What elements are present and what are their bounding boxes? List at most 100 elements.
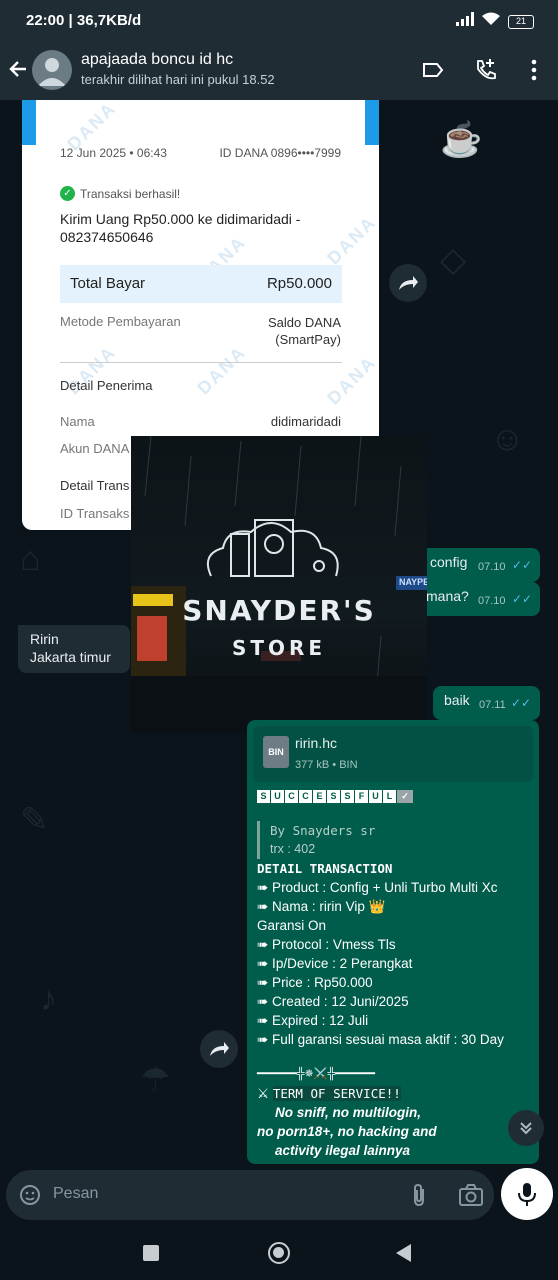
avatar[interactable] [32,50,72,90]
receipt-divider [60,362,342,363]
success-letter-box: E [313,790,326,803]
message-input[interactable]: Pesan [6,1170,494,1220]
file-meta: 377 kB • BIN [295,759,358,771]
price-line: ➠ Price : Rp50.000 [257,975,373,990]
signal-icon [456,12,474,31]
success-letter-box: S [327,790,340,803]
message-time: 07.11 [479,699,506,711]
message-placeholder: Pesan [53,1185,99,1202]
wallpaper-doodle: ☂ [140,1061,171,1099]
tos-line: ⚔ TERM OF SERVICE!! [257,1086,401,1101]
wallpaper-doodle: ✎ [20,801,49,839]
wallpaper-doodle: ☕ [440,121,483,159]
forward-icon[interactable] [389,264,427,302]
name-label: Nama [60,414,95,429]
wallpaper-doodle: ⌂ [20,540,41,578]
message-text: baik [444,692,470,708]
success-banner: S U C C E S S F U L ✓ [257,790,533,803]
device-line: ➠ Ip/Device : 2 Perangkat [257,956,413,971]
success-letter-box: C [299,790,312,803]
expired-line: ➠ Expired : 12 Juli [257,1013,369,1028]
message-text: config [430,554,468,570]
label-icon[interactable] [419,56,447,84]
wallpaper-doodle: ◇ [440,241,467,279]
method-label: Metode Pembayaran [60,314,181,329]
system-nav-bar [0,1228,558,1280]
more-vert-icon[interactable] [520,56,548,84]
store-sign: NAYPE [399,577,427,587]
nav-recents-icon[interactable] [143,1245,159,1261]
rule-line: No sniff, no multilogin, [275,1105,421,1120]
recipient-heading: Detail Penerima [60,378,153,393]
receipt-description: Kirim Uang Rp50.000 ke didimaridadi - 08… [60,211,301,245]
add-call-icon[interactable] [472,56,500,84]
transaction-id-label: ID Transaks [60,506,130,521]
message-text: mana? [426,588,469,604]
success-letter-box: L [383,790,396,803]
full-garansi-line: ➠ Full garansi sesuai masa aktif : 30 Da… [257,1032,504,1047]
last-seen: terakhir dilihat hari ini pukul 18.52 [81,72,275,87]
check-circle-icon: ✓ [60,186,75,201]
total-label: Total Bayar [70,275,146,292]
rule-line: activity ilegal lainnya [275,1143,411,1158]
file-attachment[interactable]: BIN ririn.hc 377 kB • BIN [253,726,533,782]
total-value: Rp50.000 [266,275,332,292]
camera-icon[interactable] [458,1183,484,1212]
transaction-detail-message[interactable]: BIN ririn.hc 377 kB • BIN S U C C E S S F U L ✓ By… [247,720,539,1164]
outgoing-message[interactable]: mana? 07.10 ✓✓ [412,582,540,616]
outgoing-message[interactable]: config 07.10 ✓✓ [412,548,540,582]
account-label: Akun DANA [60,441,130,456]
success-letter-box: U [271,790,284,803]
message-text: Jakarta timur [30,649,111,665]
wallpaper-doodle: ☺ [490,420,525,458]
status-time: 22:00 | 36,7KB/d [26,12,142,29]
success-letter-box: C [285,790,298,803]
protocol-line: ➠ Protocol : Vmess Tls [257,937,396,952]
transaction-heading: Detail Trans [60,478,130,493]
check-icon: ✓ [397,790,413,803]
dana-watermark: DANA [323,351,379,409]
trx-line: trx : 402 [257,840,533,859]
status-bar: 22:00 | 36,7KB/d 21 [0,0,558,40]
scroll-down-icon[interactable] [508,1110,544,1146]
message-time: 07.10 [478,595,506,607]
nav-home-icon[interactable] [268,1242,290,1264]
created-line: ➠ Created : 12 Juni/2025 [257,994,409,1009]
mic-icon[interactable] [501,1168,553,1220]
receipt-total-row: Total Bayar Rp50.000 [60,265,342,303]
receipt-date: 12 Jun 2025 • 06:43 [60,146,167,160]
outgoing-message[interactable]: baik 07.11 ✓✓ [433,686,540,720]
receipt-stripe [22,100,36,145]
forward-icon[interactable] [200,1030,238,1068]
message-body: S U C C E S S F U L ✓ By Snayders sr trx : 402 DET… [257,790,533,1160]
status-icons: 21 [456,12,534,31]
composer: Pesan [0,1164,558,1228]
contact-name[interactable]: apajaada boncu id hc [81,51,233,69]
chat-area[interactable]: ◇ ☺ ✎ ♪ ☂ ✿ ⌂ ☕ DANA DANA DANA DANA DANA… [0,100,558,1164]
back-arrow-icon[interactable] [6,56,32,82]
by-line: By Snayders sr [257,821,533,840]
store-subtitle: STORE [231,636,327,660]
wifi-icon [482,12,500,31]
incoming-message[interactable]: Ririn Jakarta timur [18,625,130,673]
success-letter-box: F [355,790,368,803]
divider-line: ━━━━━━╬✵⚔️╬━━━━━━ [257,1068,375,1080]
nav-back-icon[interactable] [396,1244,412,1267]
read-ticks-icon: ✓✓ [511,696,532,710]
snayders-store-image[interactable]: SNAYDER'S STORE NAYPE [131,436,427,733]
rule-line: no porn18+, no hacking and [257,1124,437,1139]
success-letter-box: U [369,790,382,803]
success-letter-box: S [341,790,354,803]
receipt-stripe [365,100,379,145]
detail-heading: DETAIL TRANSACTION [257,861,393,876]
battery-icon: 21 [508,14,534,29]
name-value: didimaridadi [270,414,341,429]
nama-line: ➠ Nama : ririn Vip 👑 [257,899,386,914]
sticker-icon[interactable] [18,1183,42,1212]
receipt-dana-id: ID DANA 0896••••7999 [219,146,341,160]
message-text: Ririn [30,631,59,647]
receipt-status: ✓ Transaksi berhasil! [60,186,180,201]
method-value: Saldo DANA (SmartPay) [268,315,341,347]
attach-icon[interactable] [408,1182,430,1213]
store-title: SNAYDER'S [182,594,376,627]
